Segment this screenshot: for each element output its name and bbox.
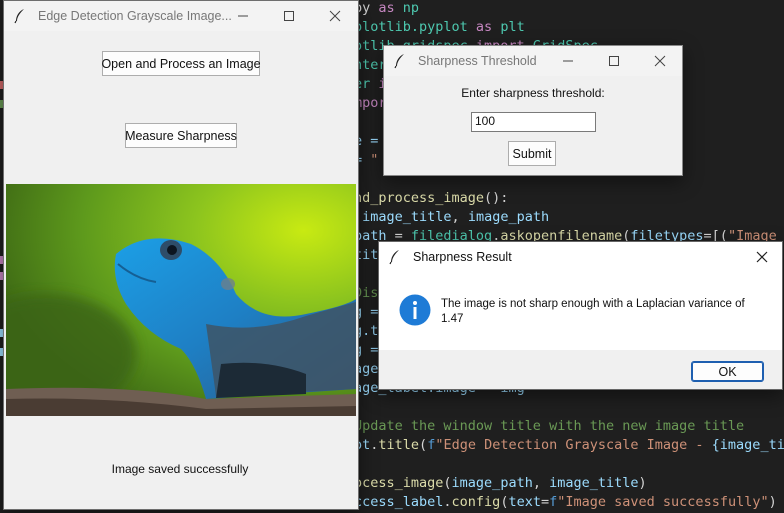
code-token: (): [484,190,509,206]
code-token: ocess_image [354,475,444,491]
code-token: "Edge Detection Grayscale Image - [435,437,712,453]
code-token: image_path [451,475,533,491]
threshold-dialog-title: Sharpness Threshold [418,54,537,68]
code-token: image_title [354,209,452,225]
threshold-prompt: Enter sharpness threshold: [461,86,605,100]
minimize-button[interactable] [220,1,266,31]
info-icon [399,294,431,326]
code-token: ( [443,475,452,491]
maximize-icon [609,56,619,66]
code-token: ( [419,437,428,453]
maximize-button[interactable] [266,1,312,31]
code-token: image_path [467,209,550,225]
threshold-dialog: Sharpness Threshold Enter sharpness thre… [383,45,683,176]
code-line: nd_process_image(): [354,189,508,208]
result-body: The image is not sharp enough with a Lap… [379,272,782,350]
threshold-maximize-button[interactable] [591,46,637,76]
result-dialog: Sharpness Result The image is not sharp … [378,241,783,390]
minimize-icon [563,60,573,62]
close-button[interactable] [312,1,358,31]
code-token: as [378,0,395,16]
close-icon [756,251,768,263]
submit-button[interactable]: Submit [508,141,556,166]
main-window-title: Edge Detection Grayscale Image... [38,9,232,23]
status-label: Image saved successfully [111,462,249,476]
threshold-close-button[interactable] [637,46,682,76]
code-token: ccess_label [354,494,444,510]
threshold-input[interactable]: 100 [471,112,596,132]
code-token: nd_process_image [354,190,485,206]
code-line: by as np [354,0,419,18]
code-token: text [508,494,541,510]
result-dialog-titlebar[interactable]: Sharpness Result [379,242,782,272]
code-token: , [532,475,550,491]
code-token: image_title [549,475,639,491]
code-token: np [394,0,420,16]
lizard-image [6,184,356,416]
code-token: title [378,437,420,453]
close-icon [329,10,341,22]
code-line: ccess_label.config(text=f"Image saved su… [354,493,777,512]
code-line: plotlib.pyplot as plt [354,18,525,37]
main-window: Edge Detection Grayscale Image... Open a… [3,0,359,510]
code-token: ) [768,494,777,510]
code-token: plt [492,19,525,35]
feather-icon [14,9,24,24]
feather-icon [389,250,399,265]
code-line: Update the window title with the new ima… [354,417,744,436]
code-line: image_title, image_path [354,208,549,227]
ok-button[interactable]: OK [691,361,764,382]
code-token: , [451,209,468,225]
code-token: " [370,152,379,168]
code-line: ot.title(f"Edge Detection Grayscale Imag… [354,436,784,455]
result-message: The image is not sharp enough with a Lap… [441,298,745,325]
feather-icon [394,54,404,69]
result-dialog-title: Sharpness Result [413,250,512,264]
result-close-button[interactable] [742,242,782,272]
measure-sharpness-button[interactable]: Measure Sharpness [125,123,237,148]
code-token: plotlib.pyplot [354,19,476,35]
code-line: ocess_image(image_path, image_title) [354,474,647,493]
open-process-image-button[interactable]: Open and Process an Image [101,51,261,76]
maximize-icon [284,11,294,21]
code-token: = [540,494,550,510]
threshold-minimize-button[interactable] [545,46,591,76]
code-token: Update the window title with the new ima… [354,418,745,434]
code-token: as [475,19,493,35]
code-token: . [443,494,452,510]
code-token: ) [638,475,647,491]
code-token: config [451,494,501,510]
minimize-icon [238,15,248,17]
code-token: {image_title [711,437,784,453]
code-token: "Image saved successfully" [557,494,769,510]
close-icon [654,55,666,67]
